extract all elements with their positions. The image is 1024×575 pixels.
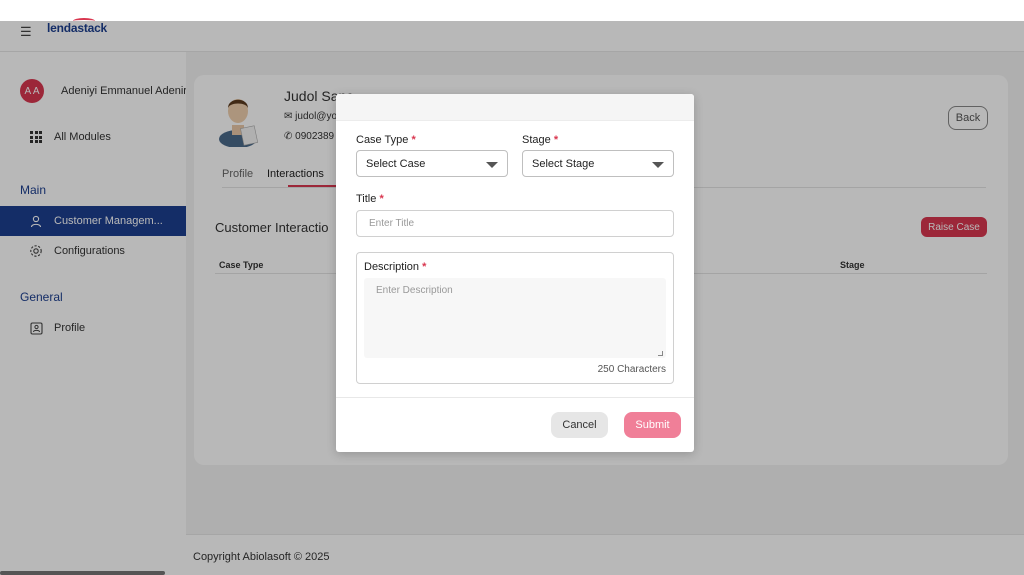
stage-select[interactable]: Select Stage <box>522 150 674 177</box>
caret-down-icon <box>486 162 498 168</box>
modal-divider <box>336 397 694 398</box>
stage-label: Stage * <box>522 134 559 146</box>
top-strip <box>0 0 1024 21</box>
resize-handle-icon[interactable] <box>658 351 663 356</box>
required-marker: * <box>379 193 384 205</box>
cancel-button[interactable]: Cancel <box>551 412 608 438</box>
modal-header <box>336 94 694 121</box>
required-marker: * <box>422 261 427 273</box>
caret-down-icon <box>652 162 664 168</box>
description-label: Description * <box>364 261 427 273</box>
title-label: Title * <box>356 193 384 205</box>
raise-case-modal: Case Type * Select Case Stage * Select S… <box>336 94 694 452</box>
required-marker: * <box>553 134 559 146</box>
case-type-select[interactable]: Select Case <box>356 150 508 177</box>
horizontal-scrollbar[interactable] <box>0 571 165 575</box>
description-textarea[interactable]: Enter Description <box>364 278 666 358</box>
submit-button[interactable]: Submit <box>624 412 681 438</box>
description-field: Description * Enter Description 250 Char… <box>356 252 674 384</box>
character-count: 250 Characters <box>597 364 666 375</box>
title-input[interactable]: Enter Title <box>356 210 674 237</box>
required-marker: * <box>411 134 416 146</box>
case-type-label: Case Type * <box>356 134 416 146</box>
